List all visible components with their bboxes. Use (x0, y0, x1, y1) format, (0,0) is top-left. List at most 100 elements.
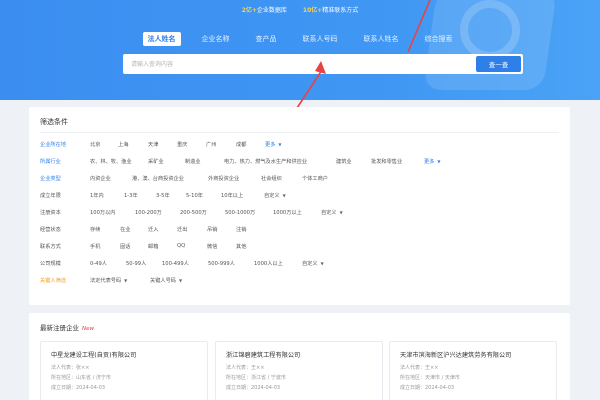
hero-banner: 2亿+企业数据库 10亿+精准联系方式 法人姓名 企业名称 查产品 联系人号码 联… (0, 0, 600, 100)
caret-down-icon: ▼ (278, 142, 282, 147)
filter-option[interactable]: 迁出 (177, 226, 187, 233)
filter-label: 联系方式 (40, 244, 61, 250)
custom-toggle[interactable]: 自定义 ▼ (302, 260, 324, 267)
filter-option[interactable]: 100-499人 (162, 260, 189, 267)
filter-option[interactable]: 10年以上 (221, 192, 243, 199)
stats-line: 2亿+企业数据库 10亿+精准联系方式 (0, 5, 600, 14)
filter-option[interactable]: 50-99人 (126, 260, 146, 267)
filter-option[interactable]: 在业 (120, 226, 130, 233)
filter-option[interactable]: 注销 (236, 226, 246, 233)
filter-label: 所属行业 (40, 159, 61, 165)
filter-label: 注册资本 (40, 210, 61, 216)
stat-contacts-number: 10亿+ (302, 7, 323, 14)
filter-option[interactable]: 上海 (118, 141, 128, 148)
dropdown-label: 法定代表号码 (90, 278, 122, 284)
divider (40, 132, 559, 133)
filter-option[interactable]: 1年内 (90, 192, 104, 199)
filter-option[interactable]: 500-999人 (208, 260, 235, 267)
filter-option[interactable]: 手机 (90, 243, 100, 250)
filter-option[interactable]: 邮箱 (148, 243, 158, 250)
stat-contacts-label: 精准联系方式 (322, 7, 359, 14)
filter-option[interactable]: 广州 (206, 141, 216, 148)
filter-option[interactable]: 吊销 (207, 226, 217, 233)
tab-contact-name[interactable]: 联系人姓名 (359, 32, 404, 46)
filter-option[interactable]: QQ (177, 243, 185, 249)
search-tabs: 法人姓名 企业名称 查产品 联系人号码 联系人姓名 综合搜索 (0, 32, 600, 46)
filter-option[interactable]: 港、澳、台商投资企业 (132, 175, 184, 182)
caret-down-icon: ▼ (320, 261, 324, 266)
filter-option[interactable]: 200-500万 (180, 209, 207, 216)
filter-option[interactable]: 个体工商户 (302, 175, 328, 182)
filter-option[interactable]: 1000人以上 (254, 260, 283, 267)
filter-label: 公司规模 (40, 261, 61, 267)
more-toggle[interactable]: 更多 ▼ (265, 141, 281, 148)
search-button[interactable]: 查一查 (476, 56, 521, 72)
filter-option[interactable]: 北京 (90, 141, 100, 148)
company-card[interactable]: 天津市滨海新区沪兴达建筑劳务有限公司 法人代表：王×× 所在地区：天津市 / 天… (389, 341, 557, 400)
filter-label: 企业所在地 (40, 142, 66, 148)
dropdown-key-person-number[interactable]: 关键人号码 ▼ (150, 277, 182, 284)
search-input[interactable] (123, 54, 474, 74)
caret-down-icon: ▼ (339, 210, 343, 215)
tab-contact-number[interactable]: 联系人号码 (298, 32, 343, 46)
filter-option[interactable]: 制造业 (185, 158, 201, 165)
filter-option[interactable]: 批发和零售业 (371, 158, 402, 165)
filter-option[interactable]: 其他 (236, 243, 246, 250)
custom-toggle[interactable]: 自定义 ▼ (264, 192, 286, 199)
filter-option[interactable]: 成都 (236, 141, 246, 148)
section-title-text: 最新注册企业 (40, 324, 79, 332)
dropdown-legal-number[interactable]: 法定代表号码 ▼ (90, 277, 127, 284)
filter-label: 经营状态 (40, 227, 61, 233)
filter-option[interactable]: 存续 (90, 226, 100, 233)
custom-label: 自定义 (264, 193, 280, 199)
filter-option[interactable]: 建筑业 (336, 158, 352, 165)
dropdown-label: 关键人号码 (150, 278, 176, 284)
filter-option[interactable]: 500-1000万 (225, 209, 255, 216)
filter-option[interactable]: 社会组织 (261, 175, 282, 182)
filter-title: 筛选条件 (40, 118, 68, 126)
custom-label: 自定义 (321, 210, 337, 216)
filter-option[interactable]: 100-200万 (135, 209, 162, 216)
company-region: 所在地区：浙江省 / 宁波市 (226, 375, 286, 381)
filter-option[interactable]: 3-5年 (156, 192, 170, 199)
filter-option[interactable]: 天津 (148, 141, 158, 148)
filter-option[interactable]: 外商投资企业 (208, 175, 239, 182)
filter-option[interactable]: 内资企业 (90, 175, 111, 182)
custom-toggle[interactable]: 自定义 ▼ (321, 209, 343, 216)
company-legal: 法人代表：张×× (51, 365, 90, 371)
filter-option[interactable]: 0-49人 (90, 260, 107, 267)
filter-option[interactable]: 重庆 (177, 141, 187, 148)
company-date: 成立日期：2024-04-03 (226, 385, 281, 391)
filter-option[interactable]: 1000万以上 (273, 209, 302, 216)
filter-label: 关键人筛选 (40, 278, 66, 284)
company-legal: 法人代表：王×× (226, 365, 265, 371)
filter-option[interactable]: 采矿业 (148, 158, 164, 165)
filter-label: 成立年限 (40, 193, 61, 199)
filter-option[interactable]: 电力、热力、燃气及水生产和供应业 (224, 158, 307, 165)
tab-product[interactable]: 查产品 (251, 32, 282, 46)
company-name[interactable]: 浙江锦碧建筑工程有限公司 (226, 350, 300, 359)
company-region: 所在地区：天津市 / 天津市 (400, 375, 460, 381)
company-card[interactable]: 中星龙建设工程(自贡)有限公司 法人代表：张×× 所在地区：山东省 / 济宁市 … (40, 341, 208, 400)
tab-company-name[interactable]: 企业名称 (197, 32, 235, 46)
more-label: 更多 (265, 142, 276, 148)
latest-companies-section: 最新注册企业 New 中星龙建设工程(自贡)有限公司 法人代表：张×× 所在地区：… (29, 313, 570, 400)
more-label: 更多 (424, 159, 435, 165)
filter-option[interactable]: 微信 (207, 243, 217, 250)
caret-down-icon: ▼ (124, 278, 128, 283)
tab-comprehensive[interactable]: 综合搜索 (420, 32, 458, 46)
filter-option[interactable]: 1-3年 (124, 192, 138, 199)
more-toggle[interactable]: 更多 ▼ (424, 158, 440, 165)
filter-option[interactable]: 100万以内 (90, 209, 115, 216)
filter-option[interactable]: 迁入 (148, 226, 158, 233)
company-card[interactable]: 浙江锦碧建筑工程有限公司 法人代表：王×× 所在地区：浙江省 / 宁波市 成立日… (215, 341, 383, 400)
company-name[interactable]: 天津市滨海新区沪兴达建筑劳务有限公司 (400, 350, 511, 359)
caret-down-icon: ▼ (437, 159, 441, 164)
filter-option[interactable]: 5-10年 (186, 192, 203, 199)
tab-legal-person[interactable]: 法人姓名 (142, 32, 181, 46)
filter-option[interactable]: 固话 (120, 243, 130, 250)
company-name[interactable]: 中星龙建设工程(自贡)有限公司 (51, 350, 136, 359)
filter-panel: 筛选条件 企业所在地 北京 上海 天津 重庆 广州 成都 更多 ▼ 所属行业 农、… (29, 107, 570, 305)
filter-option[interactable]: 农、林、牧、渔业 (90, 158, 132, 165)
stat-companies-number: 2亿+ (241, 7, 257, 14)
